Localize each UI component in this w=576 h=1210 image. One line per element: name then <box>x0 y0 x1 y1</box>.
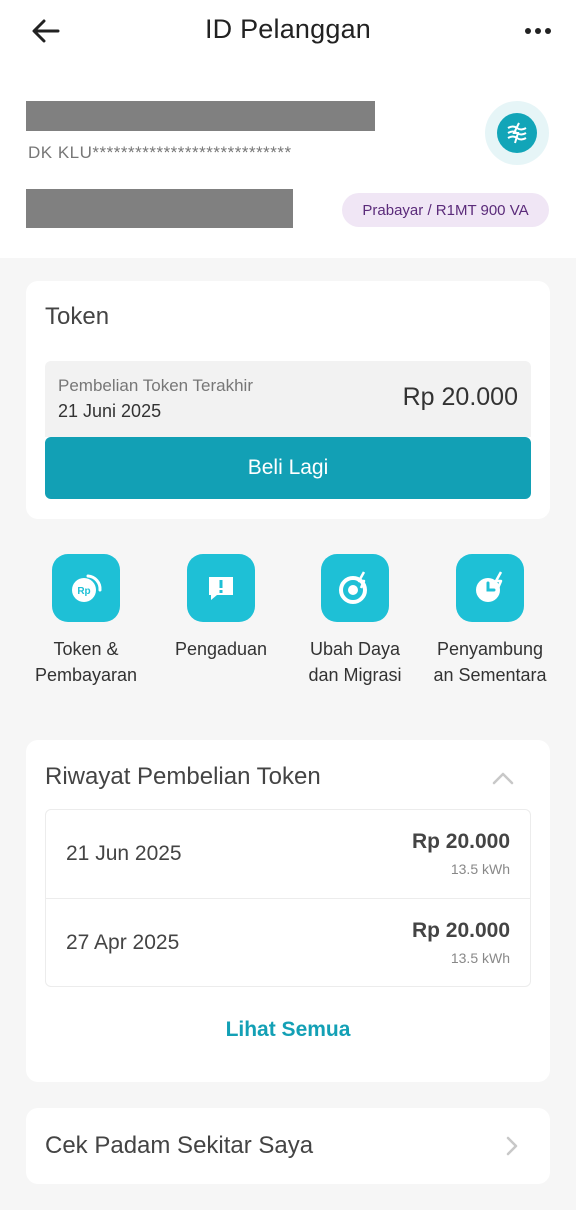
redacted-customer-address <box>26 189 293 228</box>
more-options-button[interactable] <box>518 18 558 44</box>
history-row[interactable]: 27 Apr 2025 Rp 20.000 13.5 kWh <box>46 898 530 986</box>
history-date: 27 Apr 2025 <box>66 931 180 954</box>
last-purchase-label: Pembelian Token Terakhir <box>58 376 253 395</box>
svg-text:Rp: Rp <box>77 586 90 597</box>
last-purchase-box: Pembelian Token Terakhir 21 Juni 2025 Rp… <box>45 361 531 437</box>
purchase-history-card: Riwayat Pembelian Token 21 Jun 2025 Rp 2… <box>26 740 550 1082</box>
check-outage-label: Cek Padam Sekitar Saya <box>45 1132 314 1159</box>
rp-coin-icon: Rp <box>52 554 120 622</box>
customer-id-masked: DK KLU**************************** <box>28 143 292 162</box>
last-purchase-date: 21 Juni 2025 <box>58 401 162 421</box>
history-kwh: 13.5 kWh <box>450 861 510 877</box>
menu-token-payment[interactable]: Rp Token & Pembayaran <box>16 554 156 688</box>
history-date: 21 Jun 2025 <box>66 842 182 865</box>
menu-label: Pengaduan <box>174 639 268 659</box>
menu-label: Ubah Daya dan Migrasi <box>308 639 402 685</box>
history-amount: Rp 20.000 <box>411 830 510 853</box>
page-title: ID Pelanggan <box>204 14 372 44</box>
menu-label: Penyambung an Sementara <box>433 639 547 685</box>
history-row[interactable]: 21 Jun 2025 Rp 20.000 13.5 kWh <box>46 810 530 898</box>
see-all-link[interactable]: Lihat Semua <box>26 1018 550 1042</box>
token-card: Token Pembelian Token Terakhir 21 Juni 2… <box>26 281 550 519</box>
chevron-right-icon <box>506 1136 518 1156</box>
history-kwh: 13.5 kWh <box>450 950 510 966</box>
history-title: Riwayat Pembelian Token <box>45 763 321 790</box>
complaint-chat-icon <box>187 554 255 622</box>
temporary-connection-icon <box>456 554 524 622</box>
history-amount: Rp 20.000 <box>411 919 510 942</box>
buy-again-button[interactable]: Beli Lagi <box>45 437 531 499</box>
pln-logo <box>485 101 549 165</box>
pln-logo-icon <box>497 113 537 153</box>
redacted-customer-name <box>26 101 375 131</box>
tariff-badge: Prabayar / R1MT 900 VA <box>342 193 549 227</box>
check-outage-card[interactable]: Cek Padam Sekitar Saya <box>26 1108 550 1184</box>
menu-change-power[interactable]: Ubah Daya dan Migrasi <box>285 554 425 688</box>
menu-label: Token & Pembayaran <box>34 639 138 685</box>
history-list: 21 Jun 2025 Rp 20.000 13.5 kWh 27 Apr 20… <box>45 809 531 987</box>
chevron-up-icon[interactable] <box>490 768 516 788</box>
power-change-icon <box>321 554 389 622</box>
menu-temporary-connection[interactable]: Penyambung an Sementara <box>420 554 560 688</box>
customer-header-section: ID Pelanggan DK KLU*********************… <box>0 0 576 258</box>
more-horizontal-icon <box>525 28 551 34</box>
token-card-title: Token <box>45 303 110 330</box>
last-purchase-amount: Rp 20.000 <box>402 383 518 411</box>
menu-complaint[interactable]: Pengaduan <box>151 554 291 662</box>
app-bar: ID Pelanggan <box>0 0 576 62</box>
